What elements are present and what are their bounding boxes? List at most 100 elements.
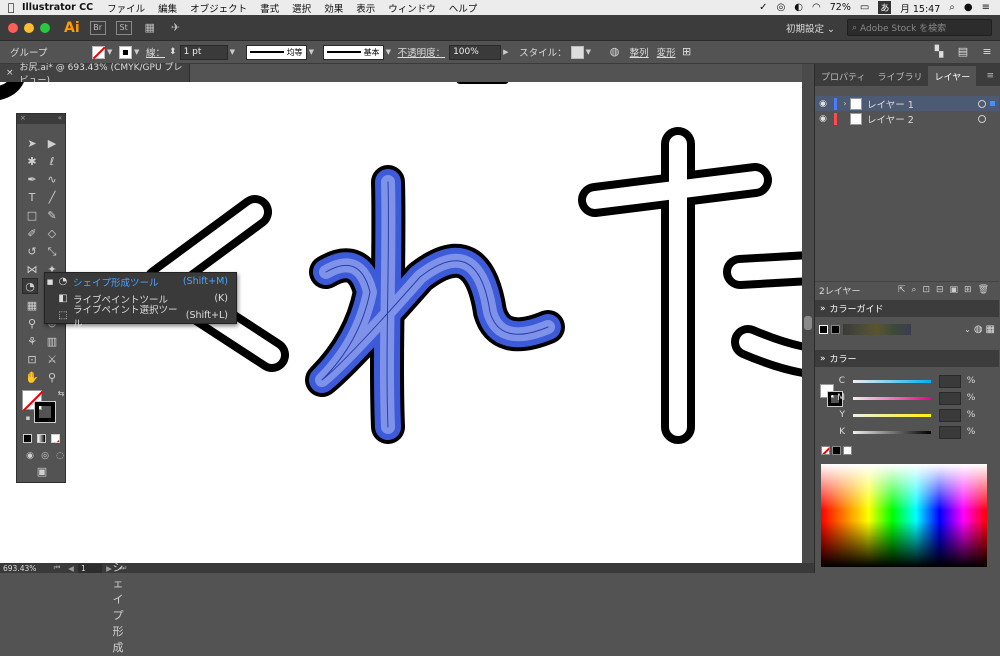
channel-slider[interactable] xyxy=(853,430,931,434)
transform-link[interactable]: 変形 xyxy=(657,45,676,59)
graph-tool-icon[interactable]: ▥ xyxy=(44,334,60,350)
artboard-tool-icon[interactable]: ⊡ xyxy=(24,352,40,368)
wifi-icon[interactable]: ◠ xyxy=(812,2,821,13)
perspective-grid-tool-icon[interactable]: ▦ xyxy=(24,298,40,314)
layer-name[interactable]: レイヤー 2 xyxy=(867,112,978,126)
graphic-style-swatch[interactable] xyxy=(570,45,584,59)
swap-colors-icon[interactable]: ⇆ xyxy=(53,386,69,402)
channel-k-row[interactable]: K % xyxy=(815,425,999,439)
color-mode-icon[interactable] xyxy=(23,434,32,443)
notification-center-icon[interactable]: ≡ xyxy=(982,2,990,13)
stepper-icon[interactable]: ⬍ xyxy=(169,47,177,57)
scale-tool-icon[interactable]: ⤡ xyxy=(44,244,60,260)
transform-options-icon[interactable]: ⊞ xyxy=(680,45,694,59)
checkmark-icon[interactable]: ✓ xyxy=(759,2,767,13)
target-circle-icon[interactable] xyxy=(978,114,986,123)
harmony-strip[interactable] xyxy=(843,323,911,335)
target-circle-icon[interactable] xyxy=(978,99,986,108)
opacity-label[interactable]: 不透明度： xyxy=(398,45,446,59)
chevron-down-icon[interactable]: ▼ xyxy=(309,48,317,56)
curvature-tool-icon[interactable]: ∿ xyxy=(44,172,60,188)
menu-file[interactable]: ファイル xyxy=(107,1,145,15)
brush-definition[interactable]: 基本 xyxy=(322,44,384,60)
pen-tool-icon[interactable]: ✒ xyxy=(24,172,40,188)
channel-value-field[interactable] xyxy=(939,391,961,405)
rotate-tool-icon[interactable]: ↺ xyxy=(24,244,40,260)
variable-width-profile[interactable]: 均等 xyxy=(245,44,307,60)
base-color-swatch[interactable] xyxy=(819,324,828,334)
black-swatch[interactable] xyxy=(832,446,841,455)
scrollbar-thumb[interactable] xyxy=(804,316,812,330)
lasso-tool-icon[interactable]: ℓ xyxy=(44,154,60,170)
stroke-swatch[interactable] xyxy=(119,45,132,59)
first-artboard-icon[interactable]: ⏮ xyxy=(50,563,64,573)
expand-arrow-icon[interactable]: › xyxy=(840,99,850,108)
spotlight-icon[interactable]: ⌕ xyxy=(949,2,955,13)
zoom-tool-icon[interactable]: ⚲ xyxy=(44,370,60,386)
menu-icon[interactable]: ≡ xyxy=(980,45,994,59)
clock[interactable]: 月 15:47 xyxy=(900,1,940,15)
menu-edit[interactable]: 編集 xyxy=(158,1,177,15)
layer-row-1[interactable]: ◉ › レイヤー 1 xyxy=(815,96,999,111)
eyedropper-tool-icon[interactable]: ⚲ xyxy=(24,316,40,332)
gradient-mode-icon[interactable] xyxy=(37,434,46,443)
tab-layers[interactable]: レイヤー xyxy=(928,66,977,86)
tools-panel-header[interactable]: × « xyxy=(17,114,65,124)
chevron-down-icon[interactable]: ⌄ xyxy=(964,325,971,334)
tab-properties[interactable]: プロパティ xyxy=(815,66,871,86)
vertical-scrollbar[interactable] xyxy=(802,64,814,563)
color-guide-swatches[interactable]: ⌄ ◍ ▦ xyxy=(819,322,995,336)
fill-swatch[interactable] xyxy=(92,45,105,59)
menu-effect[interactable]: 効果 xyxy=(324,1,343,15)
save-swatches-icon[interactable]: ▦ xyxy=(986,324,995,335)
selection-indicator[interactable] xyxy=(990,101,995,106)
channel-y-row[interactable]: Y % xyxy=(815,408,999,422)
chevron-right-icon[interactable]: ▶ xyxy=(503,48,511,56)
channel-slider[interactable] xyxy=(853,413,931,417)
visibility-eye-icon[interactable]: ◉ xyxy=(815,114,831,124)
none-mode-icon[interactable] xyxy=(51,434,60,443)
magic-wand-tool-icon[interactable]: ✱ xyxy=(24,154,40,170)
chevron-down-icon[interactable]: ▼ xyxy=(107,48,115,56)
panel-layout-icon[interactable]: ▤ xyxy=(956,45,970,59)
menu-object[interactable]: オブジェクト xyxy=(190,1,247,15)
menu-type[interactable]: 書式 xyxy=(260,1,279,15)
flyout-item-live-paint-selection[interactable]: ⬚ ライブペイント選択ツール (Shift+L) xyxy=(45,305,236,330)
chevron-down-icon[interactable]: ▼ xyxy=(230,48,238,56)
quick-swatches[interactable] xyxy=(821,446,852,455)
document-tab[interactable]: × お尻.ai* @ 693.43% (CMYK/GPU プレビュー) xyxy=(0,63,190,86)
draw-behind-icon[interactable]: ◎ xyxy=(37,448,53,464)
paintbrush-tool-icon[interactable]: ✎ xyxy=(44,208,60,224)
close-window-icon[interactable] xyxy=(8,22,18,33)
color-wheel-icon[interactable]: ◍ xyxy=(974,324,983,335)
panel-menu-icon[interactable]: ≡ xyxy=(980,66,1000,86)
channel-slider[interactable] xyxy=(853,379,931,383)
chevron-down-icon[interactable]: ▼ xyxy=(386,48,394,56)
stroke-color-box[interactable] xyxy=(34,401,56,423)
close-tab-icon[interactable]: × xyxy=(6,68,14,78)
minimize-window-icon[interactable] xyxy=(24,22,34,33)
hand-tool-icon[interactable]: ✋ xyxy=(24,370,40,386)
layer-actions-icons[interactable]: ⇱⌕⊡⊟▣⊞🗑 xyxy=(898,285,999,295)
layer-row-2[interactable]: ◉ レイヤー 2 xyxy=(815,111,999,126)
shaper-tool-icon[interactable]: ✐ xyxy=(24,226,40,242)
selection-tool-icon[interactable]: ➤ xyxy=(24,136,40,152)
user-icon[interactable]: ● xyxy=(964,2,973,13)
chevron-down-icon[interactable]: ▼ xyxy=(134,48,142,56)
flyout-item-shape-builder[interactable]: ■ ◔ シェイプ形成ツール (Shift+M) xyxy=(45,273,236,290)
width-tool-icon[interactable]: ⋈ xyxy=(24,262,40,278)
channel-m-row[interactable]: M % xyxy=(815,391,999,405)
menu-help[interactable]: ヘルプ xyxy=(449,1,478,15)
stock-icon[interactable]: St xyxy=(115,20,132,35)
zoom-level[interactable]: 693.43% xyxy=(0,564,50,573)
shape-builder-tool-icon[interactable]: ◔ xyxy=(22,278,38,294)
bridge-icon[interactable]: Br xyxy=(89,20,106,35)
stock-search-input[interactable]: ⌕ Adobe Stock を検索 xyxy=(847,19,992,36)
stroke-label[interactable]: 線： xyxy=(146,45,165,59)
gpu-performance-icon[interactable]: ✈ xyxy=(168,21,184,35)
arrange-panels-icon[interactable]: ▚ xyxy=(932,45,946,59)
none-swatch[interactable] xyxy=(821,446,830,455)
screen-mode-icon[interactable]: ▣ xyxy=(34,464,50,480)
line-tool-icon[interactable]: ╱ xyxy=(44,190,60,206)
white-swatch[interactable] xyxy=(843,446,852,455)
